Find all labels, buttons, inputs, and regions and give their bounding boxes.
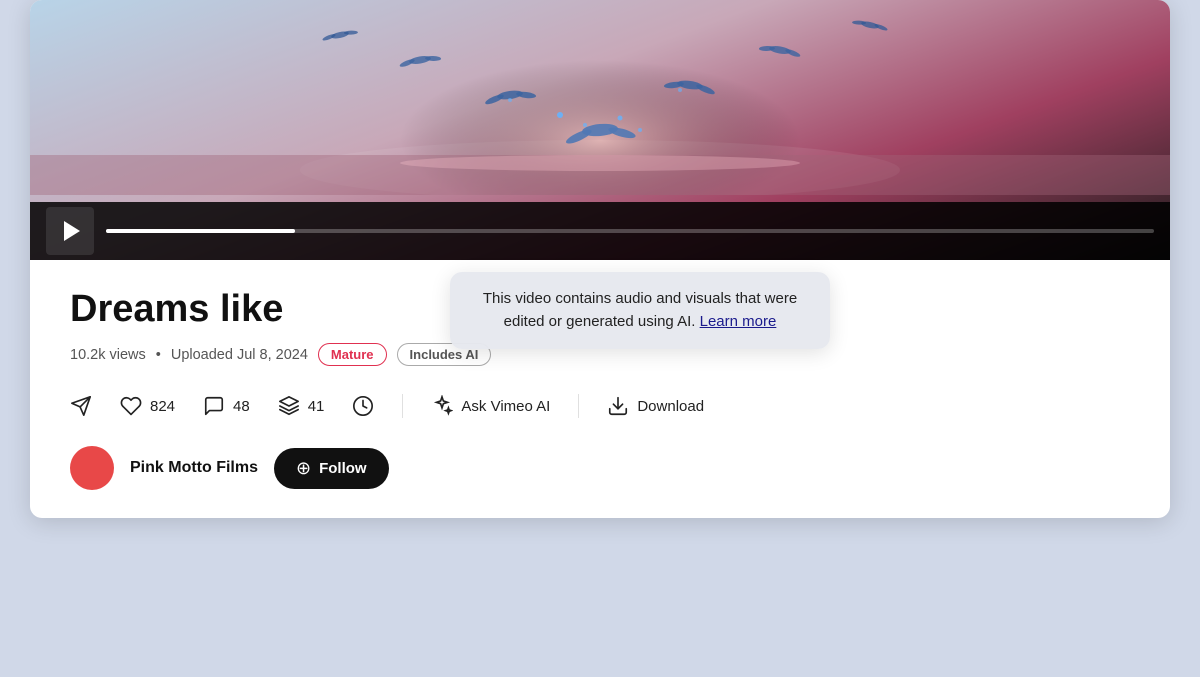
actions-row: 824 48 41 [70, 394, 1130, 418]
collections-button[interactable]: 41 [278, 395, 325, 417]
channel-row: Pink Motto Films ⊕ Follow [70, 446, 1130, 490]
download-label: Download [637, 398, 704, 415]
likes-count: 824 [150, 398, 175, 415]
progress-fill [106, 229, 295, 233]
heart-icon [120, 395, 142, 417]
watch-later-button[interactable] [352, 395, 374, 417]
progress-bar[interactable] [106, 229, 1154, 233]
follow-button[interactable]: ⊕ Follow [274, 448, 389, 489]
likes-button[interactable]: 824 [120, 395, 175, 417]
download-button[interactable]: Download [607, 395, 704, 417]
ask-ai-label: Ask Vimeo AI [461, 398, 550, 415]
video-section [30, 0, 1170, 260]
content-section: This video contains audio and visuals th… [30, 260, 1170, 518]
comments-button[interactable]: 48 [203, 395, 250, 417]
share-icon [70, 395, 92, 417]
ai-tooltip: This video contains audio and visuals th… [450, 272, 830, 349]
play-button[interactable] [46, 207, 94, 255]
follow-label: Follow [319, 460, 367, 477]
video-controls-bar [30, 202, 1170, 260]
share-button[interactable] [70, 395, 92, 417]
tooltip-learn-more-link[interactable]: Learn more [700, 313, 777, 330]
ai-sparkle-icon [431, 395, 453, 417]
views-count: 10.2k views [70, 347, 146, 363]
meta-separator: • [156, 347, 161, 363]
video-title: Dreams like [70, 288, 490, 331]
play-icon [64, 221, 80, 241]
page-wrapper: This video contains audio and visuals th… [30, 0, 1170, 518]
collections-count: 41 [308, 398, 325, 415]
download-icon [607, 395, 629, 417]
comments-count: 48 [233, 398, 250, 415]
channel-name: Pink Motto Films [130, 459, 258, 477]
collections-icon [278, 395, 300, 417]
action-separator [402, 394, 403, 418]
follow-plus-icon: ⊕ [296, 458, 311, 479]
upload-date: Uploaded Jul 8, 2024 [171, 347, 308, 363]
mature-badge[interactable]: Mature [318, 343, 387, 366]
channel-avatar[interactable] [70, 446, 114, 490]
comment-icon [203, 395, 225, 417]
video-thumbnail [30, 0, 1170, 195]
clock-icon [352, 395, 374, 417]
ask-ai-button[interactable]: Ask Vimeo AI [431, 395, 550, 417]
action-separator-2 [578, 394, 579, 418]
